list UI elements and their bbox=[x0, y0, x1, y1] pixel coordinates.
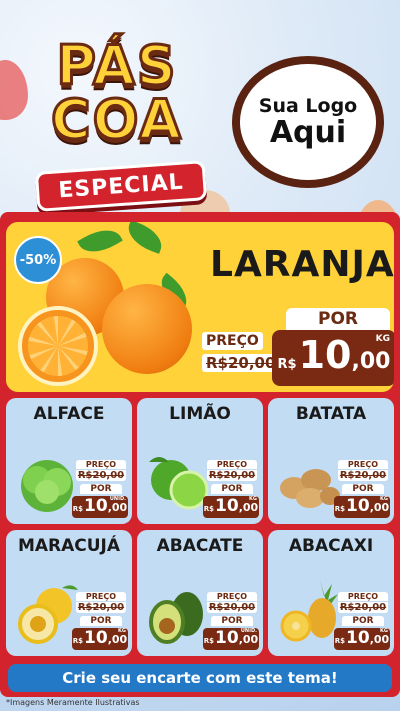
price-unit: KG bbox=[118, 628, 126, 634]
featured-preco-label: PREÇO bbox=[202, 332, 263, 350]
create-flyer-button[interactable]: Crie seu encarte com este tema! bbox=[8, 664, 392, 692]
featured-por-label: POR bbox=[286, 308, 390, 330]
leaf-icon bbox=[123, 222, 167, 254]
logo-text-line-1: Sua Logo bbox=[258, 95, 358, 118]
price-currency: R$ bbox=[72, 505, 84, 513]
old-price: R$20,00 bbox=[338, 470, 388, 481]
price-decimal: ,00 bbox=[238, 501, 259, 514]
title-line-2: COA bbox=[50, 87, 183, 153]
product-name: ABACAXI bbox=[288, 536, 374, 556]
por-label: POR bbox=[80, 484, 122, 494]
leaf-icon bbox=[77, 222, 123, 261]
price-integer: 10 bbox=[84, 496, 108, 516]
logo-text-line-2: Aqui bbox=[269, 115, 347, 151]
por-label: POR bbox=[342, 616, 384, 626]
price-currency: R$ bbox=[203, 505, 215, 513]
preco-label: PREÇO bbox=[76, 460, 126, 469]
por-label: POR bbox=[211, 616, 253, 626]
product-name: ABACATE bbox=[156, 536, 244, 556]
price-unit: KG bbox=[380, 496, 388, 502]
price-decimal: ,00 bbox=[238, 633, 259, 646]
product-grid: ALFACE PREÇO R$20,00 POR UNID. R$ 10 ,00… bbox=[6, 398, 394, 662]
product-card-batata: BATATA PREÇO R$20,00 POR KG R$ 10 ,00 bbox=[268, 398, 394, 524]
price-unit: KG bbox=[375, 334, 390, 344]
price-integer: 10 bbox=[346, 628, 370, 648]
por-label: POR bbox=[80, 616, 122, 626]
footnote: *Imagens Meramente Ilustrativas bbox=[6, 698, 140, 707]
product-card-alface: ALFACE PREÇO R$20,00 POR UNID. R$ 10 ,00 bbox=[6, 398, 132, 524]
old-price: R$20,00 bbox=[207, 602, 257, 613]
featured-offer: -50% LARANJA POR PREÇO R$20,00 KG R$ 10 … bbox=[6, 222, 394, 392]
price-unit: KG bbox=[380, 628, 388, 634]
old-price: R$20,00 bbox=[76, 602, 126, 613]
price-tag: KG R$ 10 ,00 bbox=[72, 628, 128, 650]
price-decimal: ,00 bbox=[107, 633, 128, 646]
product-name: MARACUJÁ bbox=[17, 536, 121, 556]
price-integer: 10 bbox=[84, 628, 108, 648]
easter-title: PÁS COA ESPECIAL bbox=[22, 28, 212, 212]
preco-label: PREÇO bbox=[338, 592, 388, 601]
price-decimal: ,00 bbox=[369, 633, 390, 646]
price-unit: UNID. bbox=[109, 496, 126, 502]
price-decimal: ,00 bbox=[351, 349, 391, 374]
price-decimal: ,00 bbox=[107, 501, 128, 514]
price-tag: KG R$ 10 ,00 bbox=[334, 628, 390, 650]
price-currency: R$ bbox=[334, 505, 346, 513]
featured-price-tag: KG R$ 10 ,00 bbox=[272, 330, 394, 386]
price-tag: UNID. R$ 10 ,00 bbox=[72, 496, 128, 518]
price-integer: 10 bbox=[346, 496, 370, 516]
preco-label: PREÇO bbox=[207, 592, 257, 601]
featured-name: LARANJA bbox=[210, 244, 394, 285]
price-currency: R$ bbox=[277, 357, 297, 372]
price-currency: R$ bbox=[334, 637, 346, 645]
preco-label: PREÇO bbox=[338, 460, 388, 469]
price-unit: UNID. bbox=[240, 628, 257, 634]
discount-badge: -50% bbox=[14, 236, 62, 284]
old-price: R$20,00 bbox=[338, 602, 388, 613]
price-decimal: ,00 bbox=[369, 501, 390, 514]
por-label: POR bbox=[211, 484, 253, 494]
product-card-abacaxi: ABACAXI PREÇO R$20,00 POR KG R$ 10 ,00 bbox=[268, 530, 394, 656]
price-tag: KG R$ 10 ,00 bbox=[203, 496, 259, 518]
product-card-limao: LIMÃO PREÇO R$20,00 POR KG R$ 10 ,00 bbox=[137, 398, 263, 524]
product-name: BATATA bbox=[295, 404, 367, 424]
price-integer: 10 bbox=[215, 628, 239, 648]
preco-label: PREÇO bbox=[76, 592, 126, 601]
old-price: R$20,00 bbox=[76, 470, 126, 481]
price-tag: UNID. R$ 10 ,00 bbox=[203, 628, 259, 650]
product-name: LIMÃO bbox=[169, 404, 231, 424]
price-currency: R$ bbox=[203, 637, 215, 645]
orange-icon bbox=[102, 284, 192, 374]
orange-slice-icon bbox=[18, 306, 98, 386]
price-integer: 10 bbox=[215, 496, 239, 516]
product-name: ALFACE bbox=[33, 404, 105, 424]
old-price: R$20,00 bbox=[207, 470, 257, 481]
logo-placeholder: Sua Logo Aqui bbox=[232, 56, 384, 188]
por-label: POR bbox=[342, 484, 384, 494]
price-tag: KG R$ 10 ,00 bbox=[334, 496, 390, 518]
price-integer: 10 bbox=[298, 333, 352, 377]
featured-old-price: R$20,00 bbox=[202, 354, 280, 372]
product-card-abacate: ABACATE PREÇO R$20,00 POR UNID. R$ 10 ,0… bbox=[137, 530, 263, 656]
product-card-maracuja: MARACUJÁ PREÇO R$20,00 POR KG R$ 10 ,00 bbox=[6, 530, 132, 656]
price-currency: R$ bbox=[72, 637, 84, 645]
price-unit: KG bbox=[249, 496, 257, 502]
preco-label: PREÇO bbox=[207, 460, 257, 469]
